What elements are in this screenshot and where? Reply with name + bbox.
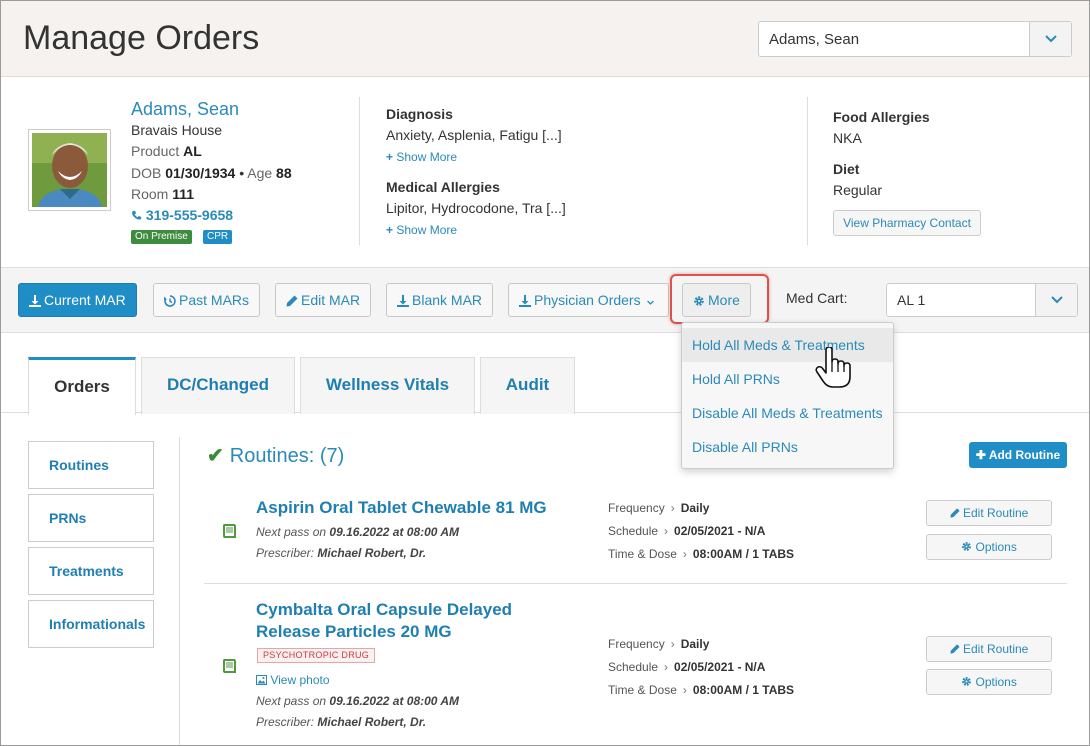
plus-icon: +: [386, 223, 394, 237]
blank-mar-button[interactable]: Blank MAR: [386, 283, 494, 317]
med-cart-value: AL 1: [897, 292, 926, 308]
manage-orders-window: Manage Orders Adams, Sean Adams, Sean Br…: [0, 0, 1090, 746]
badge-cpr: CPR: [203, 230, 233, 244]
food-allergies-value: NKA: [833, 130, 862, 146]
edit-mar-button[interactable]: Edit MAR: [275, 283, 372, 317]
edit-routine-button[interactable]: Edit Routine: [926, 500, 1052, 526]
past-mars-button[interactable]: Past MARs: [153, 283, 261, 317]
medication-name-link[interactable]: Release Particles 20 MG: [256, 621, 452, 643]
history-icon: [164, 295, 176, 307]
plus-icon: +: [386, 150, 394, 164]
download-icon: [519, 295, 531, 307]
prescriber-text: Prescriber: Michael Robert, Dr.: [256, 715, 427, 729]
time-dose-row: Time & Dose › 08:00AM / 1 TABS: [608, 683, 795, 697]
chevron-down-icon: [647, 300, 655, 305]
sidebar-item-prns[interactable]: PRNs: [28, 494, 154, 542]
current-mar-button[interactable]: Current MAR: [18, 283, 137, 317]
patient-info-panel: Adams, Sean Bravais House Product AL DOB…: [1, 77, 1089, 267]
patient-select-value: Adams, Sean: [769, 31, 860, 48]
medication-book-icon: [221, 657, 239, 675]
divider: [204, 583, 1067, 584]
pencil-icon: [950, 644, 960, 654]
menu-item-disable-all-meds-treatments[interactable]: Disable All Meds & Treatments: [682, 396, 893, 430]
patient-dob-age: DOB 01/30/1934 • Age 88: [131, 165, 292, 181]
page-title: Manage Orders: [23, 19, 260, 57]
add-routine-button[interactable]: ✚ Add Routine: [969, 442, 1067, 468]
diet-value: Regular: [833, 182, 883, 198]
psychotropic-drug-tag: PSYCHOTROPIC DRUG: [257, 648, 376, 663]
frequency-row: Frequency › Daily: [608, 637, 710, 651]
page-header: Manage Orders Adams, Sean: [1, 1, 1089, 77]
divider: [179, 437, 180, 745]
time-dose-row: Time & Dose › 08:00AM / 1 TABS: [608, 547, 795, 561]
view-photo-link[interactable]: View photo: [256, 673, 330, 687]
physician-orders-dropdown[interactable]: Physician Orders: [508, 283, 670, 317]
allergies-show-more-link[interactable]: + Show More: [386, 223, 457, 237]
frequency-row: Frequency › Daily: [608, 501, 710, 515]
chevron-down-icon[interactable]: [1029, 22, 1071, 56]
download-icon: [397, 295, 409, 307]
divider: [807, 97, 808, 245]
more-dropdown-menu: Hold All Meds & Treatments Hold All PRNs…: [681, 322, 894, 469]
next-pass-text: Next pass on 09.16.2022 at 08:00 AM: [256, 694, 460, 708]
medication-name-link[interactable]: Cymbalta Oral Capsule Delayed: [256, 599, 512, 621]
phone-icon: [132, 210, 142, 220]
tab-wellness-vitals[interactable]: Wellness Vitals: [300, 357, 475, 414]
options-button[interactable]: Options: [926, 534, 1052, 560]
edit-routine-button[interactable]: Edit Routine: [926, 636, 1052, 662]
badge-on-premise: On Premise: [131, 230, 192, 244]
food-allergies-label: Food Allergies: [833, 109, 930, 125]
options-button[interactable]: Options: [926, 669, 1052, 695]
tab-audit[interactable]: Audit: [480, 357, 575, 414]
sidebar-item-informationals[interactable]: Informationals: [28, 600, 154, 648]
patient-facility: Bravais House: [131, 122, 223, 138]
schedule-row: Schedule › 02/05/2021 - N/A: [608, 524, 766, 538]
menu-item-disable-all-prns[interactable]: Disable All PRNs: [682, 430, 893, 464]
patient-select[interactable]: Adams, Sean: [758, 21, 1072, 57]
check-icon: ✔: [207, 445, 224, 467]
image-icon: [256, 675, 267, 685]
hand-pointer-cursor-icon: [815, 346, 851, 389]
gear-icon: [962, 677, 972, 686]
download-icon: [29, 295, 41, 307]
divider: [359, 97, 360, 245]
order-tabs: Orders DC/Changed Wellness Vitals Audit: [1, 333, 1089, 415]
routines-title: ✔ Routines: (7): [207, 445, 345, 467]
medication-book-icon: [221, 522, 239, 540]
schedule-row: Schedule › 02/05/2021 - N/A: [608, 660, 766, 674]
prescriber-text: Prescriber: Michael Robert, Dr.: [256, 546, 427, 560]
allergies-label: Medical Allergies: [386, 179, 500, 195]
patient-phone[interactable]: 319-555-9658: [131, 207, 233, 223]
more-button-highlight: [670, 274, 769, 324]
plus-icon: ✚: [975, 448, 986, 462]
diagnosis-label: Diagnosis: [386, 106, 453, 122]
gear-icon: [962, 542, 972, 551]
diet-label: Diet: [833, 161, 860, 177]
pencil-icon: [286, 295, 298, 307]
chevron-down-icon[interactable]: [1035, 284, 1077, 316]
med-cart-label: Med Cart:: [786, 290, 848, 306]
sidebar-item-treatments[interactable]: Treatments: [28, 547, 154, 595]
menu-item-hold-all-prns[interactable]: Hold All PRNs: [682, 362, 893, 396]
tab-orders[interactable]: Orders: [28, 357, 136, 415]
diagnosis-value: Anxiety, Asplenia, Fatigu [...]: [386, 127, 562, 143]
patient-photo: [28, 129, 111, 211]
view-pharmacy-contact-button[interactable]: View Pharmacy Contact: [833, 210, 981, 236]
pencil-icon: [950, 508, 960, 518]
allergies-value: Lipitor, Hydrocodone, Tra [...]: [386, 200, 566, 216]
menu-item-hold-all-meds-treatments[interactable]: Hold All Meds & Treatments: [682, 328, 893, 362]
med-cart-select[interactable]: AL 1: [886, 283, 1078, 317]
patient-name-link[interactable]: Adams, Sean: [131, 99, 239, 120]
patient-product: Product AL: [131, 143, 202, 159]
patient-room: Room 111: [131, 186, 195, 202]
diagnosis-show-more-link[interactable]: + Show More: [386, 150, 457, 164]
next-pass-text: Next pass on 09.16.2022 at 08:00 AM: [256, 525, 460, 539]
medication-name-link[interactable]: Aspirin Oral Tablet Chewable 81 MG: [256, 497, 547, 519]
tab-dc-changed[interactable]: DC/Changed: [141, 357, 295, 414]
sidebar-item-routines[interactable]: Routines: [28, 441, 154, 489]
